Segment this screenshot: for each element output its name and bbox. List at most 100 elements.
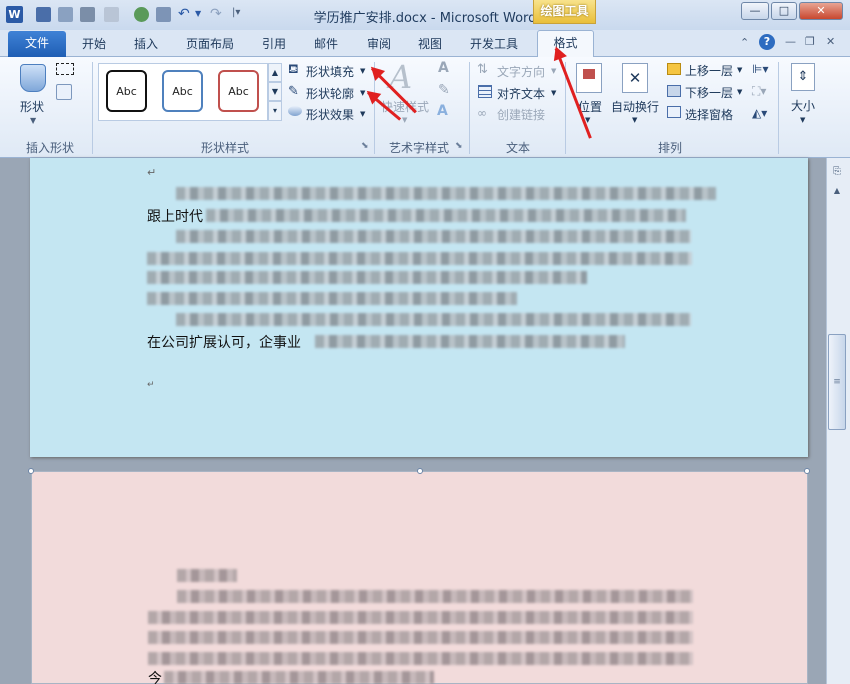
paint-bucket-icon: ⛾ [288,62,299,77]
text-fill-icon: A [438,60,449,76]
send-backward-button[interactable]: 下移一层 [685,84,733,101]
redacted-text-line [315,335,625,348]
create-link-button: 创建链接 [497,108,546,122]
align-text-icon [478,85,492,98]
group-label-text: 文本 [505,141,530,155]
scroll-up-icon[interactable]: ▲ [829,186,845,200]
redacted-text-line [176,187,716,200]
group-label-arrange: 排列 [657,141,682,155]
align-text-button[interactable]: 对齐文本 [497,85,545,102]
chevron-down-icon[interactable]: ▼ [30,116,36,125]
maximize-button[interactable]: □ [771,2,797,20]
paragraph-mark: ↵ [147,166,157,179]
group-label-wordart-styles: 艺术字样式 [388,141,449,155]
send-backward-icon [667,85,681,97]
chevron-down-icon: ▼ [551,67,557,75]
resize-handle[interactable] [417,468,423,474]
dialog-launcher-icon[interactable]: ⬊ [455,141,463,151]
shape-style-black[interactable]: Abc [106,70,147,112]
chevron-down-icon[interactable]: ▼ [737,66,742,74]
close-button[interactable]: ✕ [799,2,843,20]
align-objects-icon[interactable]: ⊫▾ [752,62,768,76]
link-icon: ∞ [477,106,487,120]
ribbon-collapse-icon[interactable]: ⌃ [740,36,749,49]
shapes-gallery-icon[interactable] [20,64,46,92]
group-label-insert-shapes: 插入形状 [25,141,74,155]
page-1[interactable]: ↵ 跟上时代 在公司扩展认可，企事业 ↵ [30,158,808,457]
visible-text-line-3: 今 [148,671,162,684]
tab-file[interactable]: 文件 [8,31,66,57]
redacted-text-line [148,631,693,644]
scrollbar-thumb[interactable]: ≡ [828,334,846,430]
dialog-launcher-icon[interactable]: ⬊ [361,141,369,151]
doc-minimize-icon[interactable]: — [785,35,796,48]
chevron-down-icon[interactable]: ▼ [737,88,742,96]
shape-effects-button[interactable]: 形状效果 [306,106,354,123]
edit-shape-icon[interactable] [56,63,74,75]
redacted-text-line [177,590,693,603]
doc-restore-icon[interactable]: ❐ [805,35,815,48]
group-separator [92,62,93,154]
chevron-down-icon: ▼ [402,116,408,124]
tab-home[interactable]: 开始 [82,33,106,57]
group-separator [778,62,779,154]
shape-fill-button[interactable]: 形状填充 [306,63,354,80]
wrap-text-button[interactable]: 自动换行 [611,98,659,115]
tab-insert[interactable]: 插入 [134,33,158,57]
chevron-down-icon[interactable]: ▼ [800,116,805,124]
chevron-down-icon[interactable]: ▼ [360,67,365,75]
text-box-icon[interactable] [56,84,72,100]
shape-outline-button[interactable]: 形状轮廓 [306,85,354,102]
tab-references[interactable]: 引用 [262,33,286,57]
shape-effects-icon [288,106,302,116]
rotate-icon[interactable]: ◭▾ [752,106,767,120]
page-2-shape[interactable]: 今 [28,468,810,684]
redacted-text-line [206,209,686,222]
text-effects-icon: A [437,103,448,119]
ruler-toggle-icon[interactable]: ⎘ [829,166,845,182]
text-outline-icon: ✎ [438,82,450,98]
window-title: 学历推广安排.docx - Microsoft Word [313,11,537,26]
shape-style-red[interactable]: Abc [218,70,259,112]
gallery-more-icon[interactable]: ▾ [268,101,282,121]
group-separator [469,62,470,154]
minimize-button[interactable]: — [741,2,769,20]
tab-developer[interactable]: 开发工具 [470,33,518,57]
size-icon[interactable]: ⇕ [791,63,815,91]
group-objects-icon: ⛶▾ [752,84,767,98]
redacted-text-line [176,313,691,326]
shapes-button[interactable]: 形状 [20,98,44,115]
resize-handle[interactable] [804,468,810,474]
tab-page-layout[interactable]: 页面布局 [186,33,234,57]
gallery-scroll-down-icon[interactable]: ▼ [268,82,282,101]
tab-view[interactable]: 视图 [418,33,442,57]
tab-mailings[interactable]: 邮件 [314,33,338,57]
redacted-text-line [147,252,692,265]
selection-pane-button[interactable]: 选择窗格 [685,106,733,123]
visible-text-line-2: 在公司扩展认可，企事业 [147,335,301,351]
chevron-down-icon[interactable]: ▼ [551,89,556,97]
redacted-text-line [148,611,693,624]
chevron-down-icon[interactable]: ▼ [360,110,365,118]
selection-pane-icon [667,106,681,118]
redacted-text-line [147,292,517,305]
text-direction-button: 文字方向 [497,65,546,79]
tab-review[interactable]: 审阅 [367,33,391,57]
help-icon[interactable]: ? [759,34,775,50]
gallery-scroll-up-icon[interactable]: ▲ [268,63,282,82]
resize-handle[interactable] [28,468,34,474]
visible-text-line-1: 跟上时代 [147,209,203,225]
bring-forward-icon [667,63,681,75]
size-button[interactable]: 大小 [791,97,815,114]
redacted-text-line [148,652,693,665]
doc-close-icon[interactable]: ✕ [826,35,835,48]
redacted-text-line [147,271,587,284]
text-direction-icon: ⇅ [477,62,488,77]
chevron-down-icon[interactable]: ▼ [632,116,637,124]
paragraph-mark: ↵ [147,380,155,390]
drawing-tools-context-label: 绘图工具 [533,0,596,24]
bring-forward-button[interactable]: 上移一层 [685,62,733,79]
group-label-shape-styles: 形状样式 [200,141,249,155]
shape-style-blue[interactable]: Abc [162,70,203,112]
wrap-text-icon[interactable]: ✕ [622,63,648,93]
